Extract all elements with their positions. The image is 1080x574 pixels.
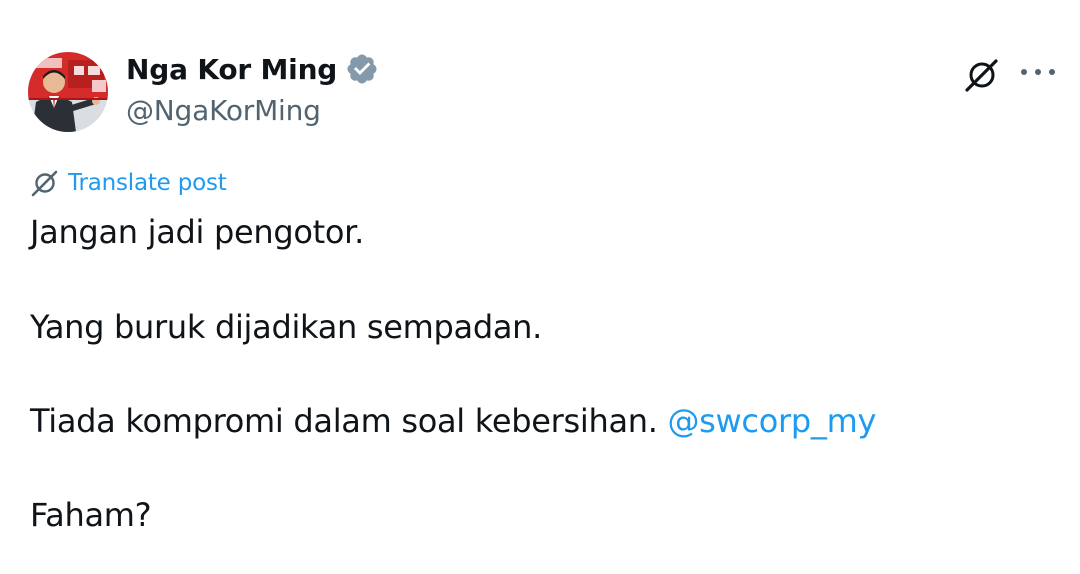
post-text-line: Faham? <box>30 496 152 534</box>
verified-badge-icon[interactable] <box>345 52 379 86</box>
more-dot <box>1035 69 1041 75</box>
translate-post-label: Translate post <box>68 170 227 196</box>
post-text-line-with-mention: Tiada kompromi dalam soal kebersihan. @s… <box>30 402 876 440</box>
mention-link[interactable]: @swcorp_my <box>667 402 876 440</box>
author-display-name[interactable]: Nga Kor Ming <box>126 53 337 86</box>
tweet-card: Nga Kor Ming @NgaKorMing Translate post … <box>0 0 1080 574</box>
more-options-icon[interactable] <box>1021 66 1055 78</box>
author-name-row: Nga Kor Ming <box>126 52 379 86</box>
post-text-segment: Tiada kompromi dalam soal kebersihan. <box>30 402 658 440</box>
translate-icon <box>31 170 58 197</box>
author-avatar[interactable] <box>28 52 108 132</box>
author-handle[interactable]: @NgaKorMing <box>126 94 321 127</box>
avatar-photo <box>28 52 108 132</box>
post-text-line: Jangan jadi pengotor. <box>30 213 364 251</box>
post-text-line: Yang buruk dijadikan sempadan. <box>30 308 543 346</box>
more-dot <box>1049 69 1055 75</box>
translate-post-button[interactable]: Translate post <box>30 168 227 198</box>
more-dot <box>1021 69 1027 75</box>
grok-icon[interactable] <box>963 56 1001 94</box>
